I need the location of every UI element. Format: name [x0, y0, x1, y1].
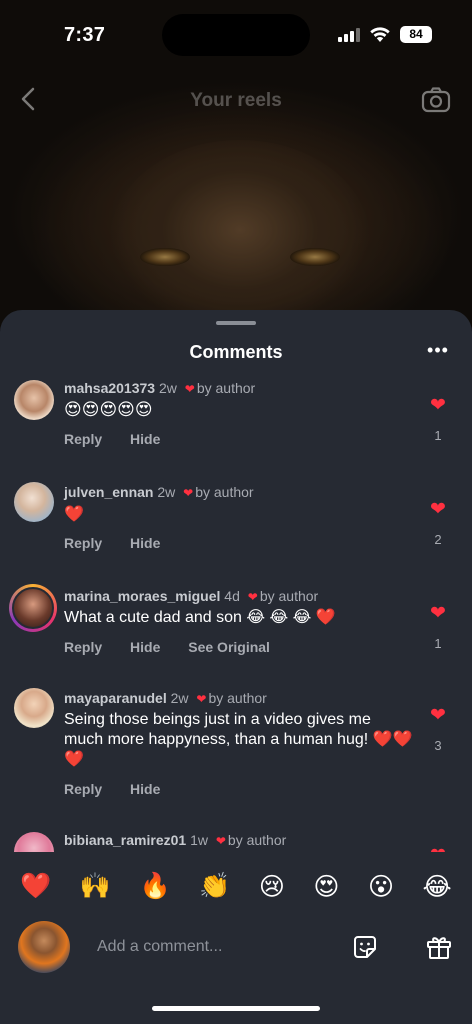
reel-header: Your reels [0, 78, 472, 122]
wifi-icon [370, 27, 390, 42]
like-control[interactable]: ❤ 1 [426, 604, 450, 652]
hide-button[interactable]: Hide [130, 431, 160, 447]
comment-username[interactable]: bibiana_ramirez01 [64, 832, 186, 848]
comment-age: 2w [170, 690, 189, 706]
comment-age: 2w [157, 484, 176, 500]
hide-button[interactable]: Hide [130, 535, 160, 551]
comment-input-bar: Add a comment... [0, 914, 472, 980]
like-count: 2 [434, 532, 442, 547]
liked-by-author: by author [196, 380, 256, 396]
comment-username[interactable]: mahsa201373 [64, 380, 155, 396]
like-control[interactable]: ❤ 1 [426, 396, 450, 444]
liked-by-author: by author [227, 832, 287, 848]
comment-actions: Reply Hide [64, 781, 184, 797]
like-control[interactable]: ❤ 3 [426, 706, 450, 754]
comment-username[interactable]: marina_moraes_miguel [64, 588, 220, 604]
heart-icon: ❤ [183, 486, 194, 500]
avatar[interactable] [14, 688, 54, 728]
comment-text: 😍😍😍😍😍 [64, 400, 153, 420]
avatar[interactable] [9, 584, 57, 632]
like-count: 3 [434, 738, 442, 753]
cellular-signal-icon [338, 28, 362, 42]
comment-age: 2w [158, 380, 177, 396]
reaction-clap[interactable]: 👏 [199, 871, 230, 901]
comment-meta: bibiana_ramirez01 1w ❤ by author [64, 832, 286, 848]
status-time: 7:37 [64, 24, 106, 46]
like-control[interactable]: ❤ [426, 846, 450, 853]
battery-indicator: 84 [400, 26, 432, 43]
comment-age: 4d [224, 588, 240, 604]
liked-by-author: by author [259, 588, 319, 604]
comment-actions: Reply Hide See Original [64, 639, 294, 655]
camera-icon[interactable] [420, 84, 452, 116]
heart-icon: ❤ [184, 382, 195, 396]
heart-icon[interactable]: ❤ [426, 706, 450, 726]
like-count: 1 [434, 428, 442, 443]
comment-age: 1w [190, 832, 208, 848]
heart-icon[interactable]: ❤ [426, 846, 450, 853]
comment-text: ❤️ [64, 504, 84, 523]
comment-text: Seing those beings just in a video gives… [64, 711, 413, 768]
comment-item: bibiana_ramirez01 1w ❤by author ❤ [0, 830, 472, 852]
heart-icon[interactable]: ❤ [426, 396, 450, 416]
quick-reaction-bar: ❤️ 🙌 🔥 👏 😢 😍 😮 😂 [0, 858, 472, 914]
liked-by-author: by author [208, 690, 267, 706]
reaction-heart[interactable]: ❤️ [20, 871, 51, 901]
avatar[interactable] [14, 832, 54, 852]
reaction-raised-hands[interactable]: 🙌 [80, 871, 111, 901]
reaction-surprised[interactable]: 😮 [368, 872, 394, 901]
reply-button[interactable]: Reply [64, 781, 102, 797]
sheet-grabber[interactable] [216, 321, 256, 325]
dynamic-island [162, 14, 310, 56]
comment-username[interactable]: julven_ennan [64, 484, 153, 500]
comment-input[interactable]: Add a comment... [97, 938, 222, 956]
heart-icon: ❤ [247, 590, 258, 604]
gift-icon[interactable] [424, 932, 454, 962]
page-title: Your reels [190, 90, 282, 111]
more-horizontal-icon[interactable]: ••• [424, 340, 452, 364]
reply-button[interactable]: Reply [64, 639, 102, 655]
like-control[interactable]: ❤ 2 [426, 500, 450, 548]
avatar [18, 921, 70, 973]
reaction-heart-eyes[interactable]: 😍 [313, 872, 339, 901]
comment-meta: mahsa201373 2w ❤ by author [64, 380, 255, 396]
sticker-icon[interactable] [350, 932, 380, 962]
reply-button[interactable]: Reply [64, 535, 102, 551]
sheet-title: Comments [189, 342, 283, 362]
comment-meta: mayaparanudel 2w ❤ by author [64, 690, 267, 706]
reaction-fire[interactable]: 🔥 [140, 871, 171, 901]
hide-button[interactable]: Hide [130, 639, 160, 655]
home-indicator[interactable] [152, 1006, 320, 1011]
hide-button[interactable]: Hide [130, 781, 160, 797]
comment-actions: Reply Hide [64, 431, 184, 447]
avatar[interactable] [14, 380, 54, 420]
comment-meta: marina_moraes_miguel 4d ❤ by author [64, 588, 318, 604]
comment-text: What a cute dad and son 😂 😂 😂 ❤️ [64, 609, 336, 626]
liked-by-author: by author [195, 484, 254, 500]
see-original-button[interactable]: See Original [188, 639, 270, 655]
heart-icon[interactable]: ❤ [426, 604, 450, 624]
like-count: 1 [434, 636, 442, 651]
heart-icon: ❤ [196, 692, 207, 706]
heart-icon[interactable]: ❤ [426, 500, 450, 520]
avatar[interactable] [14, 482, 54, 522]
reply-button[interactable]: Reply [64, 431, 102, 447]
heart-icon: ❤ [215, 834, 226, 848]
status-bar: 7:37 84 [0, 0, 472, 70]
comment-meta: julven_ennan 2w ❤ by author [64, 484, 254, 500]
reaction-laugh[interactable]: 😂 [423, 872, 452, 901]
comment-actions: Reply Hide [64, 535, 184, 551]
reaction-cry[interactable]: 😢 [259, 872, 285, 901]
comment-username[interactable]: mayaparanudel [64, 690, 167, 706]
